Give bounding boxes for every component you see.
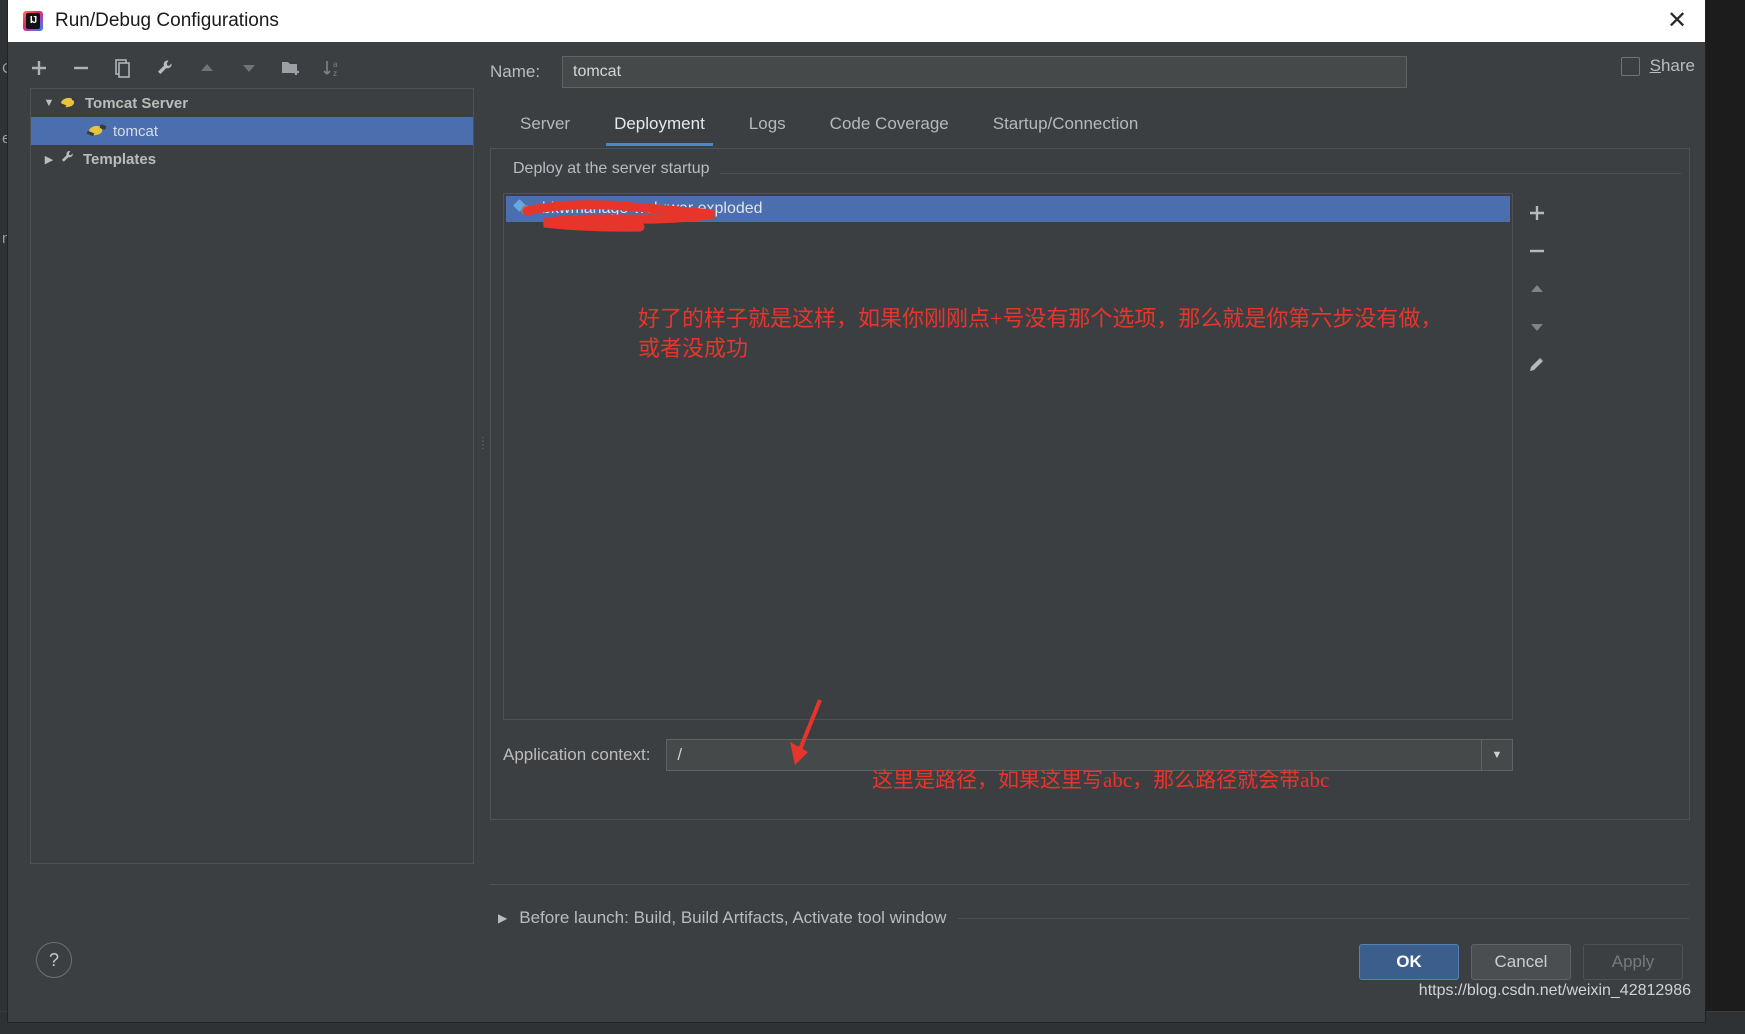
annotation-note-bottom: 这里是路径，如果这里写abc，那么路径就会带abc xyxy=(872,768,1330,792)
watermark-url: https://blog.csdn.net/weixin_42812986 xyxy=(1418,982,1691,999)
run-debug-configurations-dialog: IJ Run/Debug Configurations ✕ a z ▼ Tomc… xyxy=(8,0,1705,1022)
share-label-rest: hare xyxy=(1660,56,1695,75)
footer-divider xyxy=(490,884,1689,885)
tab-logs[interactable]: Logs xyxy=(727,104,808,146)
svg-text:a: a xyxy=(333,60,338,69)
cancel-button[interactable]: Cancel xyxy=(1471,944,1571,980)
svg-text:z: z xyxy=(333,69,337,78)
tree-node-label: tomcat xyxy=(113,122,159,140)
deployment-artifacts-list[interactable]: bkwmanage-web:war exploded xyxy=(503,193,1513,720)
tomcat-icon xyxy=(58,95,79,111)
dialog-buttons: OK Cancel Apply xyxy=(1359,944,1683,980)
application-context-value: / xyxy=(677,745,683,764)
artifact-icon xyxy=(513,199,536,218)
dialog-title: Run/Debug Configurations xyxy=(55,10,279,31)
tree-node-label: Templates xyxy=(83,150,157,168)
before-launch-section[interactable]: ▶ Before launch: Build, Build Artifacts,… xyxy=(498,908,946,928)
chevron-down-icon[interactable]: ▼ xyxy=(39,97,59,109)
name-input[interactable] xyxy=(562,56,1407,88)
remove-configuration-button[interactable] xyxy=(66,53,96,83)
chevron-right-icon[interactable]: ▶ xyxy=(498,911,507,925)
move-into-folder-button[interactable] xyxy=(276,53,306,83)
share-mnemonic: S xyxy=(1649,56,1661,75)
annotation-line-1: 好了的样子就是这样，如果你刚刚点+号没有那个选项，那么就是你第六步没有做， xyxy=(638,306,1443,331)
copy-configuration-button[interactable] xyxy=(108,53,138,83)
remove-artifact-button[interactable] xyxy=(1520,237,1554,265)
help-button[interactable]: ? xyxy=(36,942,72,978)
name-row: Name: xyxy=(490,52,1690,92)
artifact-actions-toolbar xyxy=(1516,193,1558,726)
chevron-down-icon[interactable]: ▼ xyxy=(1481,740,1512,770)
name-label: Name: xyxy=(490,62,541,81)
close-icon[interactable]: ✕ xyxy=(1649,0,1705,42)
before-launch-label: Before launch: Build, Build Artifacts, A… xyxy=(519,908,947,927)
group-divider xyxy=(720,173,1681,174)
before-launch-divider xyxy=(958,918,1689,919)
sort-configurations-button[interactable]: a z xyxy=(318,53,348,83)
tab-startup-connection[interactable]: Startup/Connection xyxy=(971,104,1161,146)
share-checkbox-group[interactable]: Share xyxy=(1620,56,1695,76)
panel-splitter-handle[interactable]: ⋮ ⋮ xyxy=(478,437,488,474)
annotation-note-top: 好了的样子就是这样，如果你刚刚点+号没有那个选项，那么就是你第六步没有做， 或者没… xyxy=(638,304,1442,364)
application-context-label: Application context: xyxy=(503,745,651,764)
tomcat-icon xyxy=(86,123,107,139)
chevron-right-icon[interactable]: ▶ xyxy=(39,153,59,166)
move-artifact-down-button[interactable] xyxy=(1520,313,1554,341)
move-artifact-up-button[interactable] xyxy=(1520,275,1554,303)
edit-artifact-button[interactable] xyxy=(1520,351,1554,379)
deploy-group-title: Deploy at the server startup xyxy=(505,160,718,178)
add-artifact-button[interactable] xyxy=(1520,199,1554,227)
tree-node-templates[interactable]: ▶ Templates xyxy=(31,145,473,173)
tab-server[interactable]: Server xyxy=(498,104,592,146)
move-down-button[interactable] xyxy=(234,53,264,83)
move-up-button[interactable] xyxy=(192,53,222,83)
apply-button: Apply xyxy=(1583,944,1683,980)
configurations-tree[interactable]: ▼ Tomcat Server tomcat ▶ Templates xyxy=(30,88,474,864)
share-label: Share xyxy=(1650,56,1695,76)
configurations-toolbar: a z xyxy=(24,48,474,88)
edit-configuration-templates-button[interactable] xyxy=(150,53,180,83)
tree-node-tomcat[interactable]: tomcat xyxy=(31,117,473,145)
annotation-line-2: 或者没成功 xyxy=(638,336,749,361)
dialog-title-bar: IJ Run/Debug Configurations ✕ xyxy=(8,0,1705,42)
wrench-icon xyxy=(59,149,77,169)
tree-node-tomcat-server[interactable]: ▼ Tomcat Server xyxy=(31,89,473,117)
configuration-tabs: Server Deployment Logs Code Coverage Sta… xyxy=(498,104,1160,146)
tree-node-label: Tomcat Server xyxy=(85,94,189,112)
tab-code-coverage[interactable]: Code Coverage xyxy=(808,104,971,146)
add-configuration-button[interactable] xyxy=(24,53,54,83)
tab-deployment[interactable]: Deployment xyxy=(592,104,727,146)
artifact-label: bkwmanage-web:war exploded xyxy=(542,200,763,217)
share-checkbox[interactable] xyxy=(1620,56,1640,76)
ok-button[interactable]: OK xyxy=(1359,944,1459,980)
intellij-idea-icon: IJ xyxy=(22,10,44,32)
screen: C e n IJ Run/Debug Configurations ✕ xyxy=(0,0,1745,1034)
list-item[interactable]: bkwmanage-web:war exploded xyxy=(506,196,1510,222)
